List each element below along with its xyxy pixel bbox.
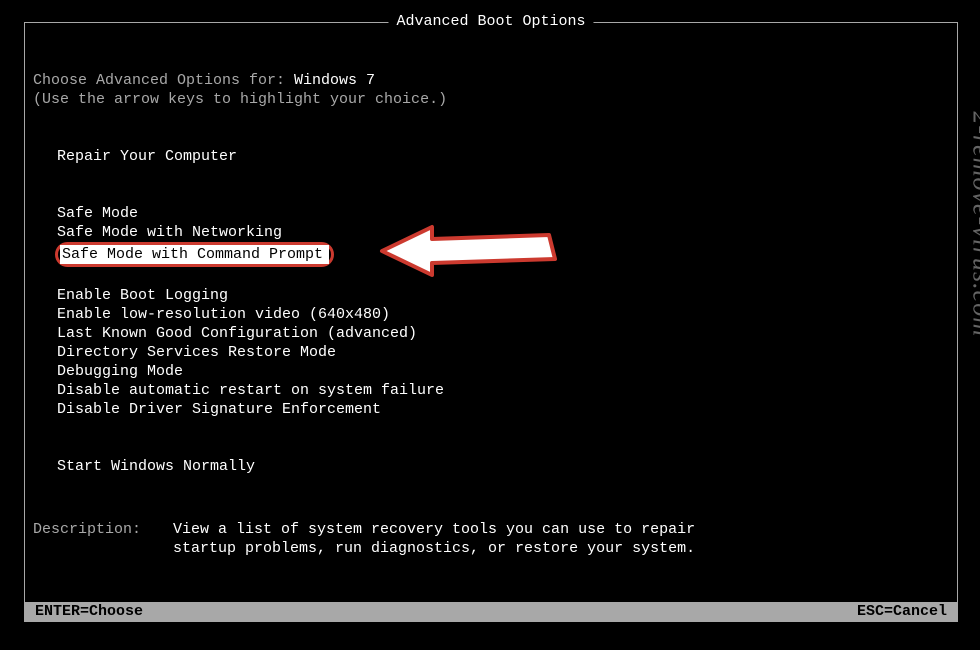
footer-esc: ESC=Cancel <box>857 602 947 621</box>
watermark-text: 2-remove-virus.com <box>967 111 980 337</box>
menu-item-lkgc[interactable]: Last Known Good Configuration (advanced) <box>33 324 417 343</box>
footer-bar: ENTER=Choose ESC=Cancel <box>25 602 957 621</box>
choose-prefix: Choose Advanced Options for: <box>33 72 294 89</box>
menu-group-safe: Safe Mode Safe Mode with Networking Safe… <box>33 204 949 267</box>
menu-item-debugging[interactable]: Debugging Mode <box>33 362 183 381</box>
menu-item-start-normal[interactable]: Start Windows Normally <box>33 457 255 476</box>
choose-line: Choose Advanced Options for: Windows 7 <box>33 71 949 90</box>
footer-enter: ENTER=Choose <box>35 602 143 621</box>
page-title: Advanced Boot Options <box>388 13 593 30</box>
menu-group-repair: Repair Your Computer <box>33 147 949 166</box>
menu-item-safe-mode-net[interactable]: Safe Mode with Networking <box>33 223 282 242</box>
menu-item-repair[interactable]: Repair Your Computer <box>33 147 237 166</box>
menu-item-safe-mode-cmd[interactable]: Safe Mode with Command Prompt <box>60 245 329 264</box>
content-area: Choose Advanced Options for: Windows 7 (… <box>33 71 949 558</box>
instruction-line: (Use the arrow keys to highlight your ch… <box>33 90 949 109</box>
description-label: Description: <box>33 520 173 539</box>
menu-item-low-res[interactable]: Enable low-resolution video (640x480) <box>33 305 390 324</box>
os-name: Windows 7 <box>294 72 375 89</box>
boot-menu[interactable]: Repair Your Computer Safe Mode Safe Mode… <box>33 147 949 476</box>
description-line1: View a list of system recovery tools you… <box>173 520 695 539</box>
menu-item-boot-logging[interactable]: Enable Boot Logging <box>33 286 228 305</box>
menu-item-disable-sig[interactable]: Disable Driver Signature Enforcement <box>33 400 381 419</box>
menu-item-ds-restore[interactable]: Directory Services Restore Mode <box>33 343 336 362</box>
description-block: Description: View a list of system recov… <box>33 520 949 558</box>
description-line2: startup problems, run diagnostics, or re… <box>173 539 695 558</box>
menu-group-normal: Start Windows Normally <box>33 457 949 476</box>
highlight-ring: Safe Mode with Command Prompt <box>55 242 334 267</box>
menu-item-safe-mode[interactable]: Safe Mode <box>33 204 138 223</box>
menu-item-disable-restart[interactable]: Disable automatic restart on system fail… <box>33 381 444 400</box>
menu-group-advanced: Enable Boot Logging Enable low-resolutio… <box>33 286 949 419</box>
boot-options-frame: Advanced Boot Options Choose Advanced Op… <box>24 22 958 622</box>
